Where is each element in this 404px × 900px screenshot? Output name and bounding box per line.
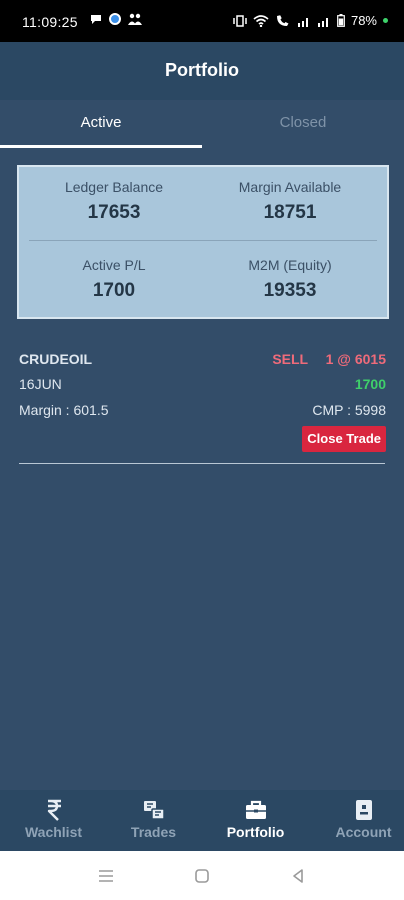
active-pl-label: Active P/L — [82, 257, 146, 273]
wifi-call-icon — [276, 14, 289, 26]
nav-watchlist-label: Wachlist — [24, 824, 83, 840]
active-pl: Active P/L 1700 — [29, 257, 199, 302]
status-time: 11:09:25 — [22, 14, 78, 30]
status-bar: 11:09:25 78% — [0, 0, 404, 42]
nav-account[interactable]: Account — [313, 790, 404, 851]
position-symbol: CRUDEOIL — [19, 351, 93, 367]
battery-percent: 78% — [350, 13, 377, 28]
position-cmp: CMP : 5998 — [312, 402, 386, 418]
ledger-balance: Ledger Balance 17653 — [29, 179, 199, 224]
close-trade-button[interactable]: Close Trade — [302, 426, 386, 452]
rupee-icon — [47, 799, 61, 821]
page-title: Portfolio — [165, 60, 239, 80]
account-card-icon — [355, 800, 372, 820]
ledger-balance-label: Ledger Balance — [64, 179, 164, 195]
ledger-balance-value: 17653 — [87, 202, 141, 223]
wifi-icon — [253, 14, 269, 27]
signal-1-icon — [297, 17, 308, 27]
nav-account-label: Account — [335, 824, 392, 840]
portfolio-tabs: Active Closed — [0, 100, 404, 148]
bottom-nav: Wachlist Trades Portfolio Account — [0, 790, 404, 851]
charging-dot — [383, 18, 388, 23]
back-icon[interactable] — [288, 866, 308, 886]
vibrate-icon — [233, 14, 247, 27]
summary-divider — [29, 240, 377, 241]
recent-apps-icon[interactable] — [96, 866, 116, 886]
chat-bubble-icon — [91, 15, 101, 24]
m2m-equity-value: 19353 — [263, 280, 317, 301]
position-margin: Margin : 601.5 — [19, 402, 109, 418]
briefcase-icon — [245, 800, 266, 819]
nav-portfolio-label: Portfolio — [226, 824, 285, 840]
nav-trades-label: Trades — [130, 824, 177, 840]
signal-2-icon — [317, 17, 328, 27]
nav-watchlist[interactable]: Wachlist — [3, 790, 104, 851]
tab-active[interactable]: Active — [0, 100, 202, 148]
m2m-equity: M2M (Equity) 19353 — [205, 257, 375, 302]
summary-card: Ledger Balance 17653 Margin Available 18… — [17, 165, 389, 319]
active-pl-value: 1700 — [92, 280, 136, 301]
status-system-icons: 78% — [233, 13, 388, 28]
tab-closed[interactable]: Closed — [202, 100, 404, 148]
nav-portfolio[interactable]: Portfolio — [205, 790, 306, 851]
position-side: SELL — [272, 351, 308, 367]
status-notification-icons — [90, 13, 142, 25]
position-expiry: 16JUN — [19, 376, 62, 392]
position-item[interactable]: CRUDEOIL 16JUN Margin : 601.5 SELL 1 @ 6… — [0, 345, 404, 465]
margin-available: Margin Available 18751 — [205, 179, 375, 224]
margin-available-label: Margin Available — [238, 179, 342, 195]
position-pnl: 1700 — [354, 376, 386, 392]
trades-icon — [143, 801, 165, 820]
m2m-equity-label: M2M (Equity) — [248, 257, 332, 273]
system-nav-bar — [0, 851, 404, 900]
app-notification-icon — [109, 13, 121, 25]
nav-trades[interactable]: Trades — [103, 790, 204, 851]
app-header: Portfolio — [0, 42, 404, 100]
team-icon — [128, 13, 142, 25]
battery-icon — [337, 14, 345, 27]
margin-available-value: 18751 — [263, 202, 317, 223]
home-icon[interactable] — [192, 866, 212, 886]
position-qty-price: 1 @ 6015 — [325, 351, 386, 367]
position-divider — [19, 463, 385, 464]
position-side-qty: SELL 1 @ 6015 — [272, 351, 386, 367]
